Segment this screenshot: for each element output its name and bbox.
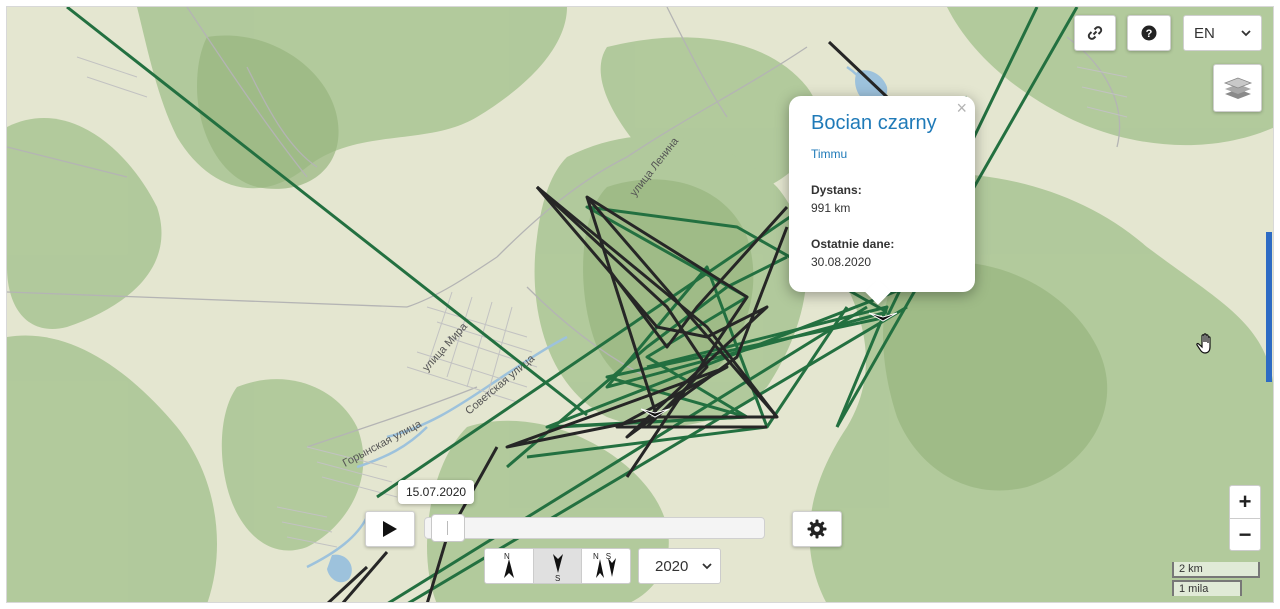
south-arrow-icon: S: [552, 554, 563, 581]
chevron-down-icon: [702, 563, 712, 570]
bird-species-title: Bocian czarny: [811, 112, 937, 134]
language-select[interactable]: EN: [1183, 15, 1262, 51]
hand-cursor-icon: [1196, 333, 1211, 354]
timeline-date-tooltip: 15.07.2020: [398, 480, 475, 504]
bird-popup: × Bocian czarny Timmu Dystans: 991 km Os…: [789, 96, 975, 292]
link-icon: [1087, 26, 1103, 40]
year-value: 2020: [655, 557, 689, 575]
chevron-down-icon: [1241, 30, 1251, 37]
orientation-south-button[interactable]: S: [533, 549, 583, 583]
orientation-north-button[interactable]: N: [485, 549, 534, 583]
north-arrow-icon: N: [503, 552, 514, 578]
distance-label: Dystans:: [811, 183, 862, 197]
orientation-north-south-label: NS: [593, 552, 618, 561]
map-frame: улица Ленина улица Мира Советская улица …: [6, 6, 1274, 603]
scale-mile: 1 mila: [1172, 580, 1242, 596]
side-panel-handle[interactable]: [1266, 232, 1272, 382]
scale-bar: 2 km 1 mila: [1172, 562, 1260, 596]
orientation-north-south-button[interactable]: NS: [582, 549, 630, 583]
last-data-value: 30.08.2020: [811, 255, 872, 269]
north-south-arrow-icon: NS: [593, 552, 618, 578]
timeline-slider-thumb[interactable]: [431, 514, 465, 542]
share-link-button[interactable]: [1074, 15, 1116, 51]
question-circle-icon: ?: [1141, 25, 1157, 41]
settings-button[interactable]: [792, 511, 842, 547]
zoom-in-button[interactable]: +: [1230, 486, 1260, 519]
language-value: EN: [1194, 24, 1215, 42]
zoom-control: + −: [1229, 485, 1261, 551]
bird-name-link[interactable]: Timmu: [811, 147, 953, 161]
play-icon: [383, 521, 397, 537]
last-data-label: Ostatnie dane:: [811, 237, 895, 251]
play-button[interactable]: [365, 511, 415, 547]
distance-value: 991 km: [811, 201, 851, 215]
map-canvas[interactable]: улица Ленина улица Мира Советская улица …: [7, 7, 1274, 603]
timeline-slider[interactable]: [424, 514, 765, 542]
gear-icon: [807, 519, 827, 539]
scale-km: 2 km: [1172, 562, 1260, 578]
layers-icon: [1223, 77, 1252, 99]
close-icon[interactable]: ×: [956, 98, 967, 119]
svg-text:?: ?: [1146, 28, 1153, 40]
zoom-out-button[interactable]: −: [1230, 519, 1260, 551]
help-button[interactable]: ?: [1127, 15, 1171, 51]
map-orientation-toggle: N S NS: [484, 548, 631, 584]
year-select[interactable]: 2020: [638, 548, 721, 584]
layers-button[interactable]: [1213, 64, 1262, 112]
orientation-south-label: S: [555, 574, 560, 581]
